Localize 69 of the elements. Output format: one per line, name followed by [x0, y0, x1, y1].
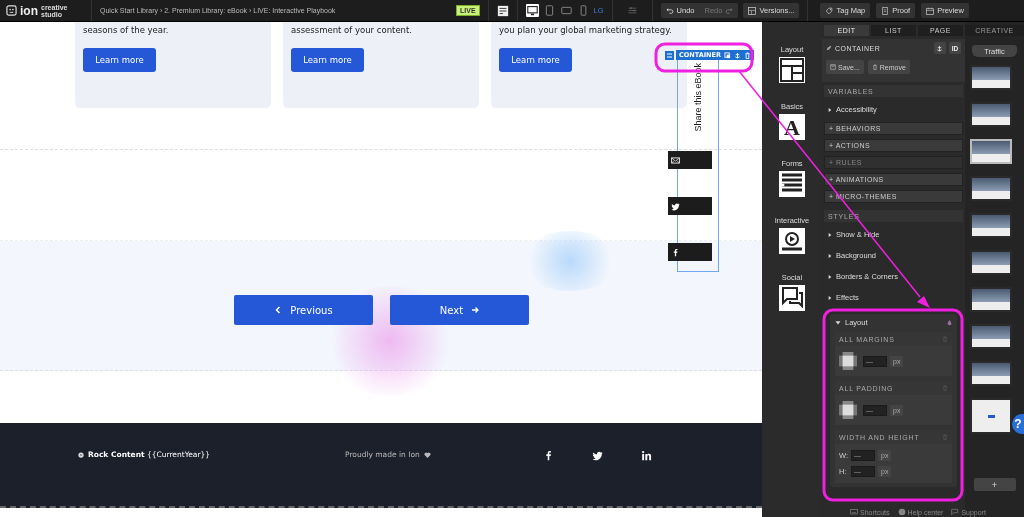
versions-icon — [748, 6, 757, 15]
save-icon — [830, 64, 836, 70]
help-button[interactable]: ? — [1012, 414, 1024, 434]
forms-icon — [779, 171, 805, 197]
tablet-landscape-view-icon[interactable] — [559, 4, 573, 17]
next-button[interactable]: Next — [390, 295, 529, 325]
twitter-share-button[interactable] — [668, 197, 712, 215]
box-model-icon — [839, 352, 857, 370]
learn-more-button[interactable]: Learn more — [499, 48, 572, 72]
add-button[interactable]: + — [973, 478, 1016, 491]
pencil-icon — [826, 45, 832, 51]
expand-triangle-icon — [828, 252, 832, 259]
template-thumbnail[interactable] — [970, 139, 1012, 164]
template-thumbnail[interactable] — [970, 324, 1012, 349]
letter-glyph: A — [779, 114, 805, 140]
anchor-button[interactable] — [934, 42, 946, 54]
previous-button[interactable]: Previous — [234, 295, 373, 325]
help-icon — [897, 508, 906, 516]
template-thumbnail[interactable] — [970, 287, 1012, 312]
template-thumbnail[interactable] — [970, 102, 1012, 127]
social-icon — [779, 285, 805, 311]
layout-toggle-icon[interactable] — [496, 4, 509, 17]
card-text: you plan your global marketing strategy. — [499, 25, 672, 35]
card-text: seasons of the year. — [83, 25, 169, 35]
template-thumbnail[interactable] — [970, 65, 1012, 90]
tag-icon — [825, 6, 834, 15]
chevron-left-icon — [274, 306, 283, 314]
anchor-icon[interactable] — [734, 51, 741, 59]
keyboard-icon — [850, 508, 858, 516]
logo-icon — [6, 5, 17, 16]
template-thumbnail[interactable] — [970, 250, 1012, 275]
droplet-icon — [947, 319, 952, 326]
duplicate-icon[interactable] — [724, 51, 731, 59]
chat-icon — [951, 508, 960, 516]
email-share-button[interactable] — [668, 151, 712, 169]
twitter-icon[interactable] — [592, 450, 603, 461]
proof-icon — [881, 6, 890, 15]
desktop-view-icon[interactable] — [525, 4, 539, 17]
heart-icon — [423, 451, 431, 458]
box-model-icon — [839, 401, 857, 419]
template-thumbnail[interactable] — [970, 176, 1012, 201]
blank-page-thumbnail[interactable] — [970, 398, 1012, 434]
learn-more-button[interactable]: Learn more — [291, 48, 364, 72]
template-thumbnail[interactable] — [970, 213, 1012, 238]
linkedin-icon[interactable] — [641, 450, 652, 461]
template-thumbnail[interactable] — [970, 361, 1012, 386]
anchor-icon — [936, 44, 943, 52]
expand-triangle-icon — [828, 273, 832, 280]
interactive-icon — [779, 228, 805, 254]
brand-logo-icon — [78, 451, 84, 458]
learn-more-button[interactable]: Learn more — [83, 48, 156, 72]
undo-icon — [665, 6, 674, 15]
drag-handle-icon[interactable] — [665, 50, 674, 60]
redo-icon — [725, 6, 734, 15]
facebook-icon[interactable] — [543, 450, 554, 461]
logo-text: ion — [20, 3, 38, 18]
preview-icon — [926, 6, 935, 15]
arrow-right-icon — [471, 306, 480, 314]
twitter-icon — [671, 201, 680, 211]
expand-triangle-icon — [828, 294, 832, 301]
collapse-triangle-icon — [835, 320, 841, 325]
facebook-icon — [671, 247, 680, 257]
sliders-icon[interactable] — [626, 5, 638, 16]
expand-triangle-icon — [828, 106, 832, 113]
trash-icon — [871, 64, 878, 70]
layout-icon — [779, 57, 805, 83]
card-text: assessment of your content. — [291, 25, 413, 35]
email-icon — [671, 155, 680, 165]
expand-triangle-icon — [828, 231, 832, 238]
